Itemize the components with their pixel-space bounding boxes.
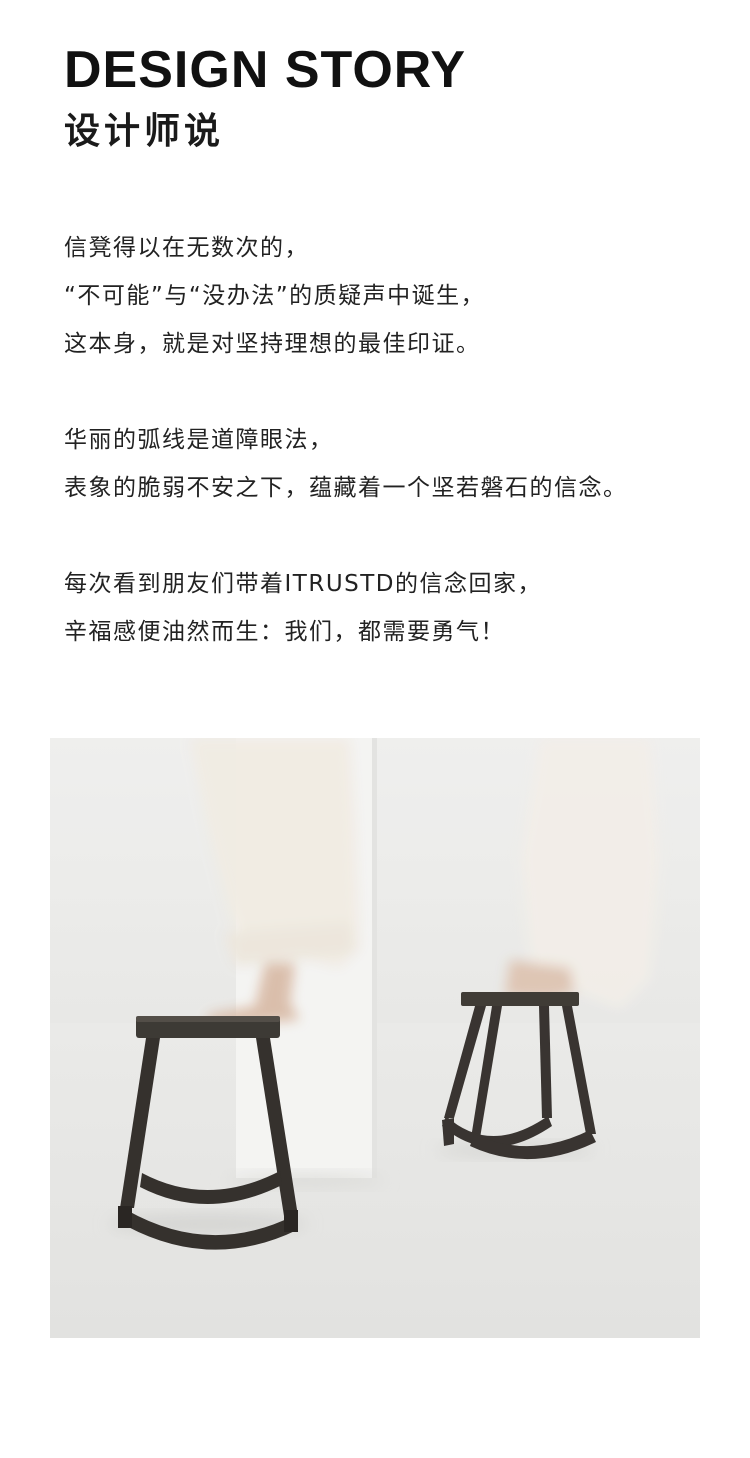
story-line: 华丽的弧线是道障眼法， (64, 427, 334, 453)
story-paragraph-3: 每次看到朋友们带着ITRUSTD的信念回家， 辛福感便油然而生：我们，都需要勇气… (64, 560, 704, 656)
product-photo (50, 738, 700, 1338)
story-line: 每次看到朋友们带着ITRUSTD的信念回家， (64, 571, 543, 597)
story-line: “不可能”与“没办法”的质疑声中诞生， (64, 283, 486, 309)
story-line: 这本身，就是对坚持理想的最佳印证。 (64, 331, 481, 357)
story-paragraph-2: 华丽的弧线是道障眼法， 表象的脆弱不安之下，蕴藏着一个坚若磐石的信念。 (64, 416, 704, 512)
story-line: 信凳得以在无数次的， (64, 235, 309, 261)
page-title-chinese: 设计师说 (64, 111, 225, 152)
story-paragraph-1: 信凳得以在无数次的， “不可能”与“没办法”的质疑声中诞生， 这本身，就是对坚持… (64, 224, 704, 368)
stool-scene-illustration (50, 738, 700, 1338)
story-line: 辛福感便油然而生：我们，都需要勇气！ (64, 619, 505, 645)
story-line: 表象的脆弱不安之下，蕴藏着一个坚若磐石的信念。 (64, 475, 628, 501)
page-title-english: DESIGN STORY (64, 41, 467, 99)
